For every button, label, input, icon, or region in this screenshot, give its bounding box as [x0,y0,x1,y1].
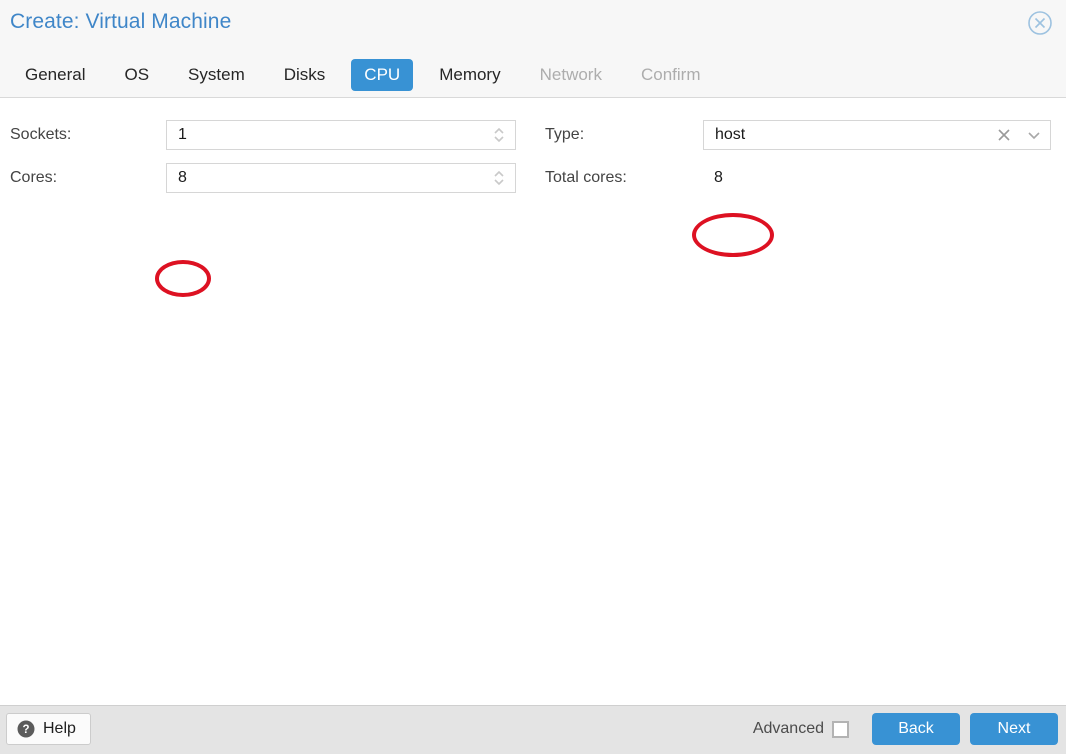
chevron-down-icon[interactable] [1026,127,1042,143]
cores-input[interactable]: 8 [166,163,516,193]
next-button[interactable]: Next [970,713,1058,745]
type-label: Type: [545,126,585,143]
advanced-label: Advanced [752,720,824,737]
total-cores-label: Total cores: [545,169,627,186]
tab-system[interactable]: System [175,59,258,91]
total-cores-value: 8 [714,169,723,186]
type-tools [996,127,1042,143]
type-combobox[interactable]: host [703,120,1051,150]
close-circle-icon[interactable] [1026,9,1054,37]
footer-actions: Advanced Back Next [753,713,1058,745]
annotation-ellipse-type [692,213,774,257]
back-button[interactable]: Back [872,713,960,745]
field-row-total-cores: Total cores: 8 [545,163,723,193]
tab-cpu[interactable]: CPU [351,59,414,91]
field-row-type: Type: host [545,120,1051,150]
dialog-header: Create: Virtual Machine General OS Syste… [0,0,1066,98]
stepper-arrows-icon[interactable] [492,167,506,189]
type-value: host [715,126,746,143]
clear-x-icon[interactable] [996,127,1012,143]
help-label: Help [43,720,76,737]
page-title: Create: Virtual Machine [10,10,232,33]
dialog-footer: ? Help Advanced Back Next [0,705,1066,754]
cores-value: 8 [178,169,187,186]
field-row-cores: Cores: 8 [10,163,516,193]
stepper-arrows-icon[interactable] [492,124,506,146]
tab-general[interactable]: General [12,59,98,91]
question-mark-circle-icon: ? [17,720,35,738]
wizard-tabbar: General OS System Disks CPU Memory Netwo… [0,55,726,95]
tab-os[interactable]: OS [111,59,162,91]
advanced-checkbox[interactable] [832,720,849,738]
help-button[interactable]: ? Help [6,713,91,745]
annotation-ellipse-cores [155,260,211,297]
tab-memory[interactable]: Memory [426,59,513,91]
sockets-value: 1 [178,126,187,143]
svg-text:?: ? [22,724,29,736]
sockets-label: Sockets: [10,126,72,143]
cores-label: Cores: [10,169,58,186]
field-row-sockets: Sockets: 1 [10,120,516,150]
create-virtual-machine-dialog: Create: Virtual Machine General OS Syste… [0,0,1066,754]
tab-confirm: Confirm [640,65,701,84]
tab-disks[interactable]: Disks [271,59,339,91]
tab-network: Network [539,65,602,84]
sockets-input[interactable]: 1 [166,120,516,150]
cpu-settings-panel: Sockets: 1 Cores: 8 Type: host Total cor… [0,98,1066,705]
